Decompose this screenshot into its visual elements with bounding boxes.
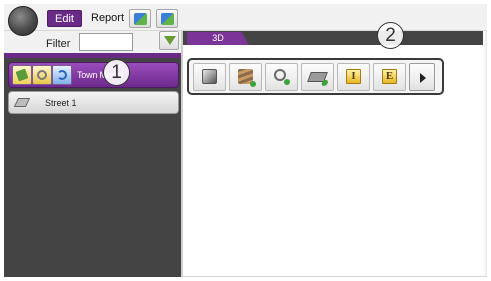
tab-report[interactable]: Report — [84, 10, 131, 27]
app-menu-orb[interactable] — [8, 6, 38, 36]
filter-funnel-icon — [164, 36, 176, 45]
refresh-icon — [57, 70, 67, 80]
panel-accent-strip — [4, 53, 181, 58]
toolbar-overflow-button[interactable] — [409, 63, 435, 91]
3d-toolbar: I E — [187, 58, 444, 95]
export-icon: E — [382, 69, 397, 84]
zoom-magnifier-icon — [37, 70, 47, 80]
layer-header[interactable]: Town Model — [8, 62, 179, 88]
refresh-layer-button[interactable] — [52, 65, 72, 85]
cube-button[interactable] — [193, 63, 226, 91]
edit-layer-button[interactable] — [12, 65, 32, 85]
filter-label: Filter — [46, 38, 71, 50]
zoom-layer-button[interactable] — [32, 65, 52, 85]
import-button[interactable]: I — [337, 63, 370, 91]
add-plane-button[interactable] — [301, 63, 334, 91]
map-export-icon — [161, 13, 174, 25]
map-export-button[interactable] — [156, 9, 178, 28]
add-layers-icon — [238, 69, 256, 87]
callout-2: 2 — [377, 22, 404, 49]
zoom-add-button[interactable] — [265, 63, 298, 91]
callout-1: 1 — [103, 59, 130, 86]
window-right-edge — [483, 31, 487, 277]
filter-input[interactable] — [79, 33, 133, 51]
map-layers-icon — [134, 13, 147, 25]
export-button[interactable]: E — [373, 63, 406, 91]
tab-edit[interactable]: Edit — [47, 10, 82, 27]
filter-button[interactable] — [159, 31, 179, 50]
import-icon: I — [346, 69, 361, 84]
add-layers-button[interactable] — [229, 63, 262, 91]
edit-pencil-icon — [15, 68, 29, 82]
chevron-right-icon — [420, 73, 426, 83]
tab-3d[interactable]: 3D — [187, 32, 249, 45]
street-plane-icon — [13, 98, 31, 107]
cube-icon — [202, 69, 217, 84]
add-plane-icon — [307, 72, 328, 82]
app-window: Edit Report Filter Town Model Street 1 3… — [4, 4, 487, 277]
list-item-label: Street 1 — [45, 98, 77, 108]
map-layers-button[interactable] — [129, 9, 151, 28]
zoom-add-icon — [274, 69, 290, 85]
list-item-street-1[interactable]: Street 1 — [8, 91, 179, 114]
window-bottom-edge — [183, 276, 487, 277]
